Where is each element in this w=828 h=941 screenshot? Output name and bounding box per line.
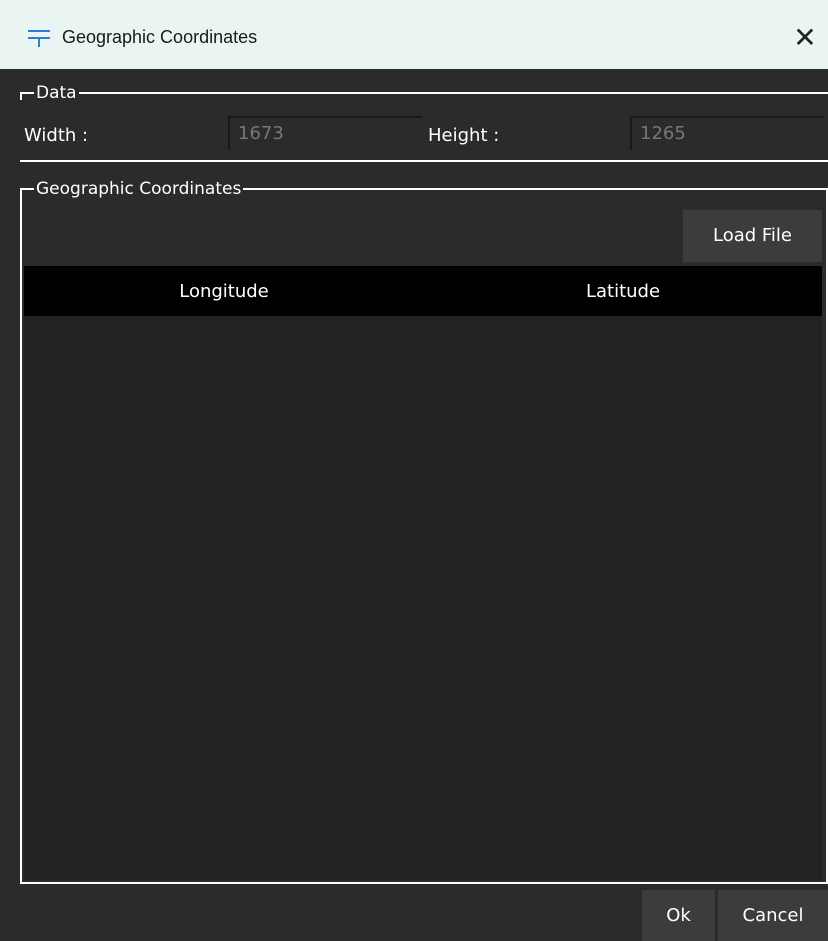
coords-group-title: Geographic Coordinates bbox=[34, 179, 244, 199]
data-group-bottom-border bbox=[20, 160, 828, 162]
ok-button[interactable]: Ok bbox=[642, 890, 715, 941]
width-field[interactable]: 1673 bbox=[228, 116, 422, 150]
title-bar: Geographic Coordinates ✕ bbox=[0, 0, 828, 69]
window-title: Geographic Coordinates bbox=[62, 27, 258, 47]
coords-group-left-border bbox=[20, 188, 22, 884]
longitude-column-header[interactable]: Longitude bbox=[24, 266, 424, 316]
data-group-top-border bbox=[20, 92, 828, 94]
latitude-column-header[interactable]: Latitude bbox=[424, 266, 822, 316]
height-label: Height : bbox=[428, 125, 500, 146]
load-file-button[interactable]: Load File bbox=[683, 210, 822, 262]
close-button[interactable]: ✕ bbox=[782, 14, 828, 62]
table-header: Longitude Latitude bbox=[24, 266, 822, 316]
cancel-button[interactable]: Cancel bbox=[718, 890, 828, 941]
coordinates-table[interactable]: Longitude Latitude bbox=[24, 266, 822, 880]
coords-group-bottom-border bbox=[20, 882, 828, 884]
data-group-title: Data bbox=[34, 83, 79, 103]
width-label: Width : bbox=[24, 125, 89, 146]
height-field[interactable]: 1265 bbox=[630, 116, 824, 150]
table-icon bbox=[28, 30, 50, 47]
